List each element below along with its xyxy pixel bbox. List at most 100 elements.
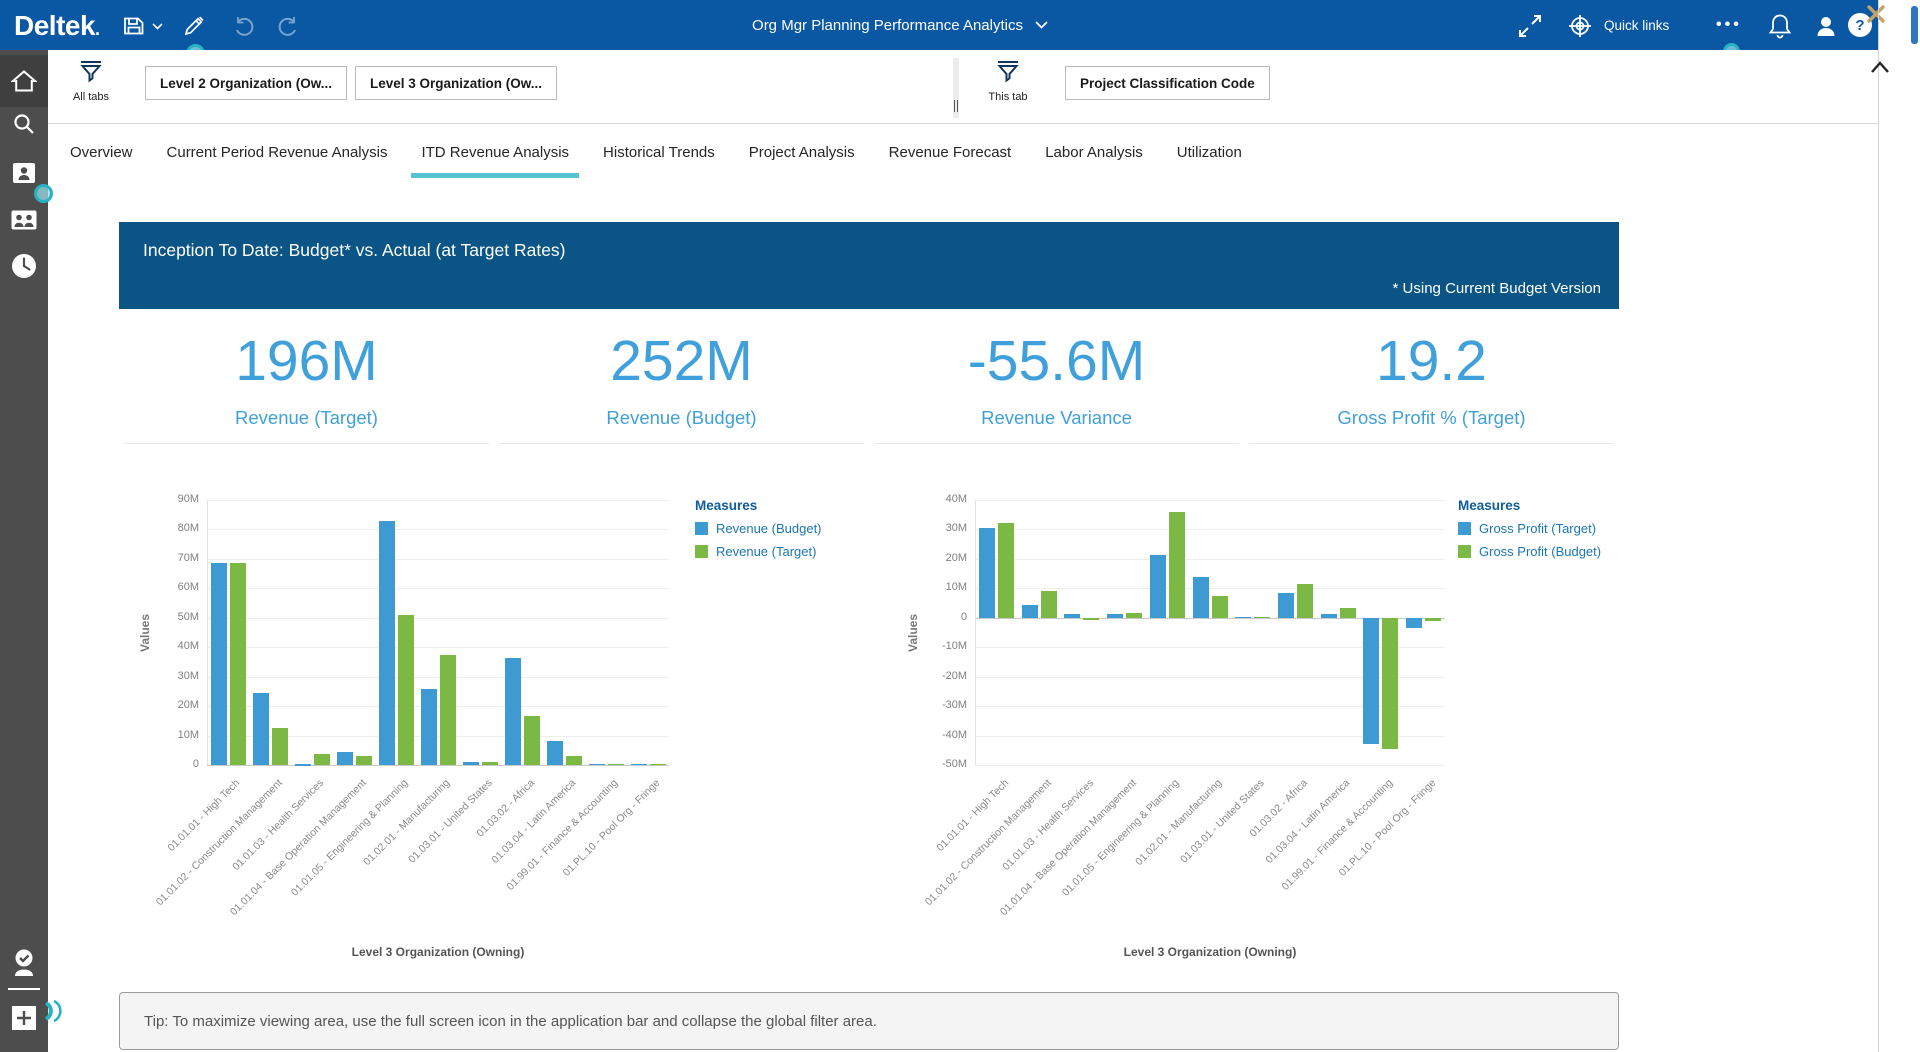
deltek-logo: Deltek.	[14, 10, 100, 42]
bar-revenue-budget[interactable]	[547, 741, 563, 765]
legend-label: Revenue (Target)	[716, 544, 816, 559]
tab-itd-revenue-analysis[interactable]: ITD Revenue Analysis	[411, 124, 579, 180]
tab-overview[interactable]: Overview	[60, 124, 143, 180]
search-icon[interactable]	[0, 112, 48, 136]
bar-gross-profit-budget[interactable]	[1254, 617, 1270, 619]
legend-swatch	[1458, 545, 1471, 558]
bar-gross-profit-target[interactable]	[1321, 614, 1337, 618]
quick-links-label[interactable]: Quick links	[1604, 0, 1669, 50]
bar-revenue-target[interactable]	[398, 615, 414, 765]
y-axis-tick-label: 20M	[159, 699, 199, 711]
bar-revenue-budget[interactable]	[211, 563, 227, 765]
add-new-icon[interactable]	[0, 1005, 48, 1031]
bar-gross-profit-budget[interactable]	[1425, 618, 1441, 621]
save-dropdown-chevron-icon[interactable]	[150, 12, 164, 40]
filter-chip-project-classification[interactable]: Project Classification Code	[1065, 66, 1270, 100]
coach-mark-sidebar[interactable]	[34, 184, 53, 203]
dashboard-title[interactable]: Org Mgr Planning Performance Analytics	[752, 0, 1048, 50]
save-icon[interactable]	[120, 12, 148, 40]
bar-revenue-budget[interactable]	[295, 764, 311, 766]
bar-revenue-budget[interactable]	[421, 689, 437, 765]
collapse-filter-chevron-icon[interactable]	[1870, 60, 1892, 78]
quick-links-globe-icon[interactable]	[1566, 12, 1594, 40]
bar-revenue-target[interactable]	[650, 764, 666, 766]
bar-revenue-budget[interactable]	[337, 752, 353, 765]
history-clock-icon[interactable]	[0, 252, 48, 280]
tab-historical-trends[interactable]: Historical Trends	[593, 124, 725, 180]
legend-item[interactable]: Gross Profit (Target)	[1458, 521, 1601, 536]
people-group-icon[interactable]	[0, 210, 48, 230]
gridline	[207, 647, 669, 648]
redo-icon[interactable]	[274, 12, 302, 40]
y-axis-tick-label: 0	[927, 611, 967, 623]
bar-gross-profit-target[interactable]	[1150, 555, 1166, 618]
bar-gross-profit-target[interactable]	[1064, 614, 1080, 618]
filter-section-divider[interactable]	[953, 58, 959, 118]
this-tab-filter[interactable]: This tab	[973, 58, 1043, 103]
tab-labor-analysis[interactable]: Labor Analysis	[1035, 124, 1153, 180]
bar-gross-profit-target[interactable]	[1193, 577, 1209, 618]
bar-revenue-target[interactable]	[356, 756, 372, 765]
bar-gross-profit-target[interactable]	[979, 528, 995, 618]
notifications-bell-icon[interactable]	[1766, 12, 1794, 40]
bar-gross-profit-target[interactable]	[1363, 618, 1379, 745]
y-axis-tick-label: 10M	[159, 729, 199, 741]
gridline	[975, 529, 1445, 530]
tab-project-analysis[interactable]: Project Analysis	[739, 124, 865, 180]
bar-gross-profit-budget[interactable]	[1340, 608, 1356, 618]
tip-banner: Tip: To maximize viewing area, use the f…	[119, 992, 1619, 1050]
bar-revenue-budget[interactable]	[631, 764, 647, 766]
bar-gross-profit-target[interactable]	[1406, 618, 1422, 628]
gridline	[207, 559, 669, 560]
filter-chip-level3-org[interactable]: Level 3 Organization (Ow...	[355, 66, 557, 100]
employee-badge-icon[interactable]	[0, 162, 48, 184]
y-axis-tick-label: 30M	[927, 522, 967, 534]
banner-title: Inception To Date: Budget* vs. Actual (a…	[143, 240, 566, 261]
filter-chip-level2-org[interactable]: Level 2 Organization (Ow...	[145, 66, 347, 100]
bar-revenue-target[interactable]	[230, 563, 246, 765]
bar-gross-profit-target[interactable]	[1107, 614, 1123, 618]
bar-revenue-budget[interactable]	[463, 762, 479, 765]
bar-revenue-budget[interactable]	[589, 764, 605, 766]
bar-gross-profit-budget[interactable]	[1041, 591, 1057, 618]
bar-revenue-budget[interactable]	[253, 693, 269, 765]
legend-item[interactable]: Revenue (Budget)	[695, 521, 822, 536]
undo-icon[interactable]	[230, 12, 258, 40]
close-icon[interactable]	[1866, 4, 1886, 24]
home-icon[interactable]	[0, 68, 48, 94]
bar-gross-profit-budget[interactable]	[1212, 596, 1228, 618]
tab-utilization[interactable]: Utilization	[1167, 124, 1252, 180]
bar-gross-profit-budget[interactable]	[1169, 512, 1185, 617]
user-check-icon[interactable]	[0, 948, 48, 978]
bar-gross-profit-budget[interactable]	[998, 523, 1014, 618]
bar-revenue-target[interactable]	[314, 754, 330, 765]
y-axis-tick-label: -20M	[927, 670, 967, 682]
legend-item[interactable]: Revenue (Target)	[695, 544, 822, 559]
bar-gross-profit-budget[interactable]	[1083, 618, 1099, 620]
bar-revenue-budget[interactable]	[379, 521, 395, 765]
bar-revenue-budget[interactable]	[505, 658, 521, 766]
gridline	[975, 765, 1445, 766]
bar-gross-profit-budget[interactable]	[1297, 584, 1313, 618]
bar-revenue-target[interactable]	[608, 764, 624, 766]
bar-gross-profit-budget[interactable]	[1126, 613, 1142, 617]
bar-revenue-target[interactable]	[440, 655, 456, 765]
bar-revenue-target[interactable]	[482, 762, 498, 765]
bar-revenue-target[interactable]	[272, 728, 288, 765]
fullscreen-icon[interactable]	[1516, 12, 1544, 40]
y-axis-tick-label: -50M	[927, 758, 967, 770]
edit-pencil-icon[interactable]	[180, 12, 208, 40]
bar-revenue-target[interactable]	[566, 756, 582, 765]
bar-gross-profit-target[interactable]	[1235, 617, 1251, 619]
tab-current-period-revenue-analysis[interactable]: Current Period Revenue Analysis	[157, 124, 398, 180]
bar-gross-profit-budget[interactable]	[1382, 618, 1398, 749]
y-axis-tick-label: 60M	[159, 581, 199, 593]
vertical-scrollbar-thumb[interactable]	[1911, 6, 1918, 44]
bar-revenue-target[interactable]	[524, 716, 540, 766]
bar-gross-profit-target[interactable]	[1278, 593, 1294, 618]
legend-item[interactable]: Gross Profit (Budget)	[1458, 544, 1601, 559]
tab-revenue-forecast[interactable]: Revenue Forecast	[879, 124, 1022, 180]
user-profile-icon[interactable]	[1812, 12, 1840, 40]
all-tabs-filter[interactable]: All tabs	[56, 58, 126, 103]
bar-gross-profit-target[interactable]	[1022, 605, 1038, 618]
